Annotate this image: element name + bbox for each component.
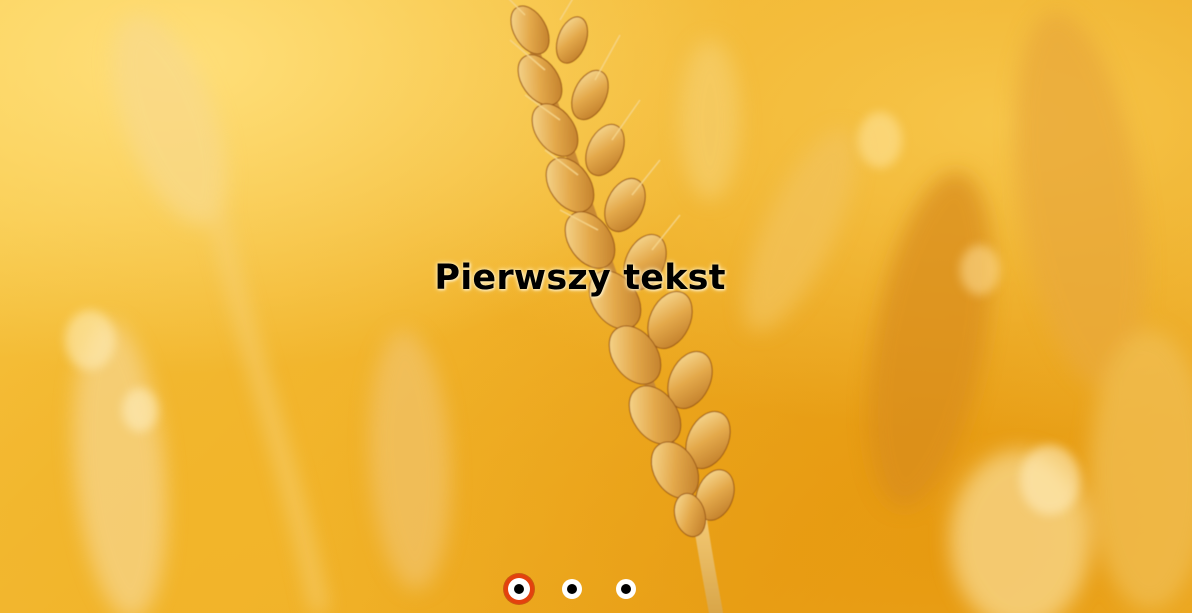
pagination-dot-2[interactable] — [562, 579, 582, 599]
slider-pagination — [506, 572, 670, 606]
pagination-dot-3[interactable] — [616, 579, 636, 599]
pagination-dot-1[interactable] — [508, 578, 530, 600]
wheat-field-photo — [65, 0, 1192, 613]
image-slider: Pierwszy tekst — [0, 0, 1192, 613]
slide-caption: Pierwszy tekst — [434, 258, 726, 298]
